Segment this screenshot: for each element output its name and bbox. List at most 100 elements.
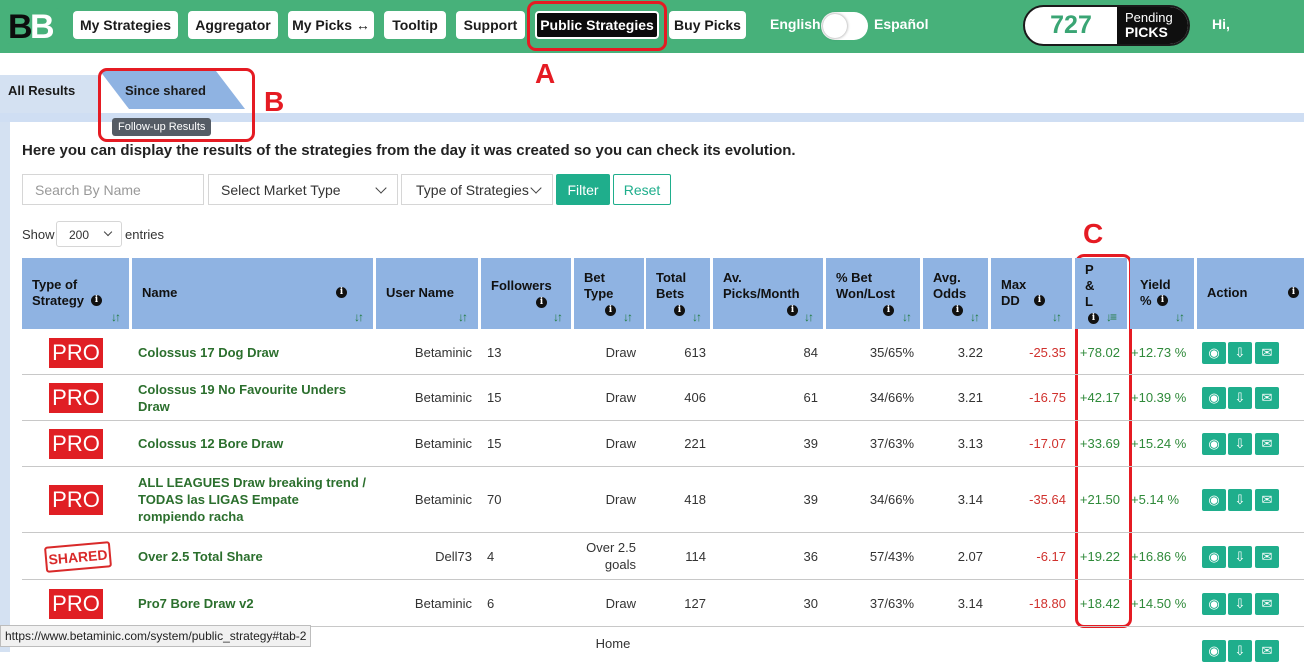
sort-icon[interactable]: ↓↑ <box>458 309 470 324</box>
download-icon: ⇩ <box>1234 492 1246 507</box>
info-icon[interactable]: i <box>883 305 894 316</box>
download-button[interactable]: ⇩ <box>1228 489 1252 511</box>
strategy-name-link[interactable]: Pro7 Bore Draw v2 <box>138 580 368 626</box>
view-button[interactable]: ◉ <box>1202 387 1226 409</box>
cell-followers: 6 <box>487 595 495 611</box>
info-icon[interactable]: i <box>674 305 685 316</box>
download-icon: ⇩ <box>1234 548 1246 564</box>
market-type-select[interactable]: Select Market Type <box>208 174 398 205</box>
sort-icon[interactable]: ↓↑ <box>902 309 914 324</box>
view-button[interactable]: ◉ <box>1202 592 1226 615</box>
col-header-avg-odds[interactable]: Avg. Odds i ↓↑ <box>923 258 988 329</box>
info-icon[interactable]: i <box>787 305 798 316</box>
view-button[interactable]: ◉ <box>1202 341 1226 364</box>
table-row: PRO Colossus 12 Bore Draw Betaminic 15 D… <box>22 421 1304 467</box>
strategy-name-link[interactable]: ALL LEAGUES Draw breaking trend / TODAS … <box>138 467 368 532</box>
show-label: Show <box>22 227 55 242</box>
view-button[interactable]: ◉ <box>1202 433 1226 455</box>
col-header-bet-type[interactable]: Bet Type i ↓↑ <box>574 258 644 329</box>
cell-avg-odds: 3.14 <box>957 492 983 507</box>
strategy-type-select[interactable]: Type of Strategies <box>401 174 553 205</box>
nav-my-strategies-button[interactable]: My Strategies <box>73 11 178 39</box>
cell-pl: +42.17 <box>1079 390 1120 405</box>
email-button[interactable]: ✉ <box>1255 489 1279 511</box>
entries-select[interactable]: 200 <box>56 221 122 247</box>
download-button[interactable]: ⇩ <box>1228 545 1252 568</box>
download-button[interactable]: ⇩ <box>1228 640 1252 662</box>
language-english-label[interactable]: English <box>770 16 821 32</box>
pending-label-line1: Pending <box>1125 10 1173 25</box>
nav-tooltip-button[interactable]: Tooltip <box>384 11 446 39</box>
col-header-type[interactable]: Type of Strategy i ↓↑ <box>22 258 129 329</box>
download-button[interactable]: ⇩ <box>1228 341 1252 364</box>
info-icon[interactable]: i <box>91 295 102 306</box>
email-button[interactable]: ✉ <box>1255 592 1279 615</box>
col-header-pl[interactable]: P & L i ↓≡ <box>1075 258 1127 329</box>
sort-icon[interactable]: ↓↑ <box>111 309 123 324</box>
sort-icon[interactable]: ↓↑ <box>354 309 366 324</box>
col-header-followers[interactable]: Followers i ↓↑ <box>481 258 571 329</box>
info-icon[interactable]: i <box>1034 295 1045 306</box>
filter-button[interactable]: Filter <box>556 174 610 205</box>
search-input[interactable]: Search By Name <box>22 174 204 205</box>
sort-icon[interactable]: ↓↑ <box>1175 309 1187 324</box>
cell-av-picks: 39 <box>803 436 818 451</box>
info-icon[interactable]: i <box>536 297 547 308</box>
col-header-pct-won-lost[interactable]: % Bet Won/Lost i ↓↑ <box>826 258 920 329</box>
tab-all-results[interactable]: All Results <box>0 75 100 113</box>
sort-icon[interactable]: ↓↑ <box>970 309 982 324</box>
sort-icon[interactable]: ↓↑ <box>692 309 704 324</box>
cell-pct-won-lost: 57/43% <box>869 548 914 564</box>
col-header-yield[interactable]: Yield % i ↓↑ <box>1130 258 1194 329</box>
pending-picks-badge[interactable]: 727 Pending PICKS <box>1023 5 1190 46</box>
cell-bet-type: Draw <box>605 436 636 451</box>
email-button[interactable]: ✉ <box>1255 433 1279 455</box>
cell-bet-type: Draw <box>605 390 636 405</box>
col-header-user-label: User Name <box>386 285 454 300</box>
cell-avg-odds: 3.14 <box>957 595 983 611</box>
col-header-user[interactable]: User Name ↓↑ <box>376 258 478 329</box>
download-button[interactable]: ⇩ <box>1228 387 1252 409</box>
info-icon[interactable]: i <box>1157 295 1168 306</box>
user-greeting[interactable]: Hi, <box>1212 16 1230 32</box>
view-button[interactable]: ◉ <box>1202 640 1226 662</box>
info-icon[interactable]: i <box>1088 313 1099 324</box>
reset-button[interactable]: Reset <box>613 174 671 205</box>
sort-desc-icon[interactable]: ↓≡ <box>1106 309 1118 324</box>
strategy-name-link[interactable]: Over 2.5 Total Share <box>138 533 368 579</box>
email-button[interactable]: ✉ <box>1255 387 1279 409</box>
col-header-name[interactable]: Name i ↓↑ <box>132 258 373 329</box>
nav-support-button[interactable]: Support <box>456 11 525 39</box>
language-toggle[interactable] <box>821 12 868 40</box>
sort-icon[interactable]: ↓↑ <box>623 309 635 324</box>
email-button[interactable]: ✉ <box>1255 640 1279 662</box>
strategy-name-link[interactable]: Colossus 17 Dog Draw <box>138 330 368 374</box>
download-button[interactable]: ⇩ <box>1228 433 1252 455</box>
strategy-name-link[interactable]: Colossus 19 No Favourite Unders Draw <box>138 375 368 420</box>
col-header-av-picks[interactable]: Av. Picks/Month i ↓↑ <box>713 258 823 329</box>
language-spanish-label[interactable]: Español <box>874 16 928 32</box>
view-button[interactable]: ◉ <box>1202 489 1226 511</box>
view-button[interactable]: ◉ <box>1202 545 1226 568</box>
info-icon[interactable]: i <box>336 287 347 298</box>
cell-total-bets: 613 <box>684 344 706 360</box>
info-icon[interactable]: i <box>1288 287 1299 298</box>
nav-buy-picks-button[interactable]: Buy Picks <box>669 11 746 39</box>
info-icon[interactable]: i <box>605 305 616 316</box>
col-header-total-bets[interactable]: Total Bets i ↓↑ <box>646 258 710 329</box>
sort-icon[interactable]: ↓↑ <box>553 309 565 324</box>
cell-pct-won-lost: 37/63% <box>869 595 914 611</box>
sort-icon[interactable]: ↓↑ <box>804 309 816 324</box>
annotation-label-c: C <box>1083 218 1104 249</box>
info-icon[interactable]: i <box>952 305 963 316</box>
cell-yield: +16.86 % <box>1131 548 1187 564</box>
email-button[interactable]: ✉ <box>1255 341 1279 364</box>
betaminic-logo[interactable]: B B <box>6 8 60 44</box>
col-header-max-dd[interactable]: Max DD i ↓↑ <box>991 258 1072 329</box>
download-button[interactable]: ⇩ <box>1228 592 1252 615</box>
email-button[interactable]: ✉ <box>1255 545 1279 568</box>
strategy-name-link[interactable]: Colossus 12 Bore Draw <box>138 421 368 466</box>
nav-aggregator-button[interactable]: Aggregator <box>188 11 278 39</box>
nav-my-picks-button[interactable]: My Picks ↔ <box>288 11 374 39</box>
sort-icon[interactable]: ↓↑ <box>1052 309 1064 324</box>
